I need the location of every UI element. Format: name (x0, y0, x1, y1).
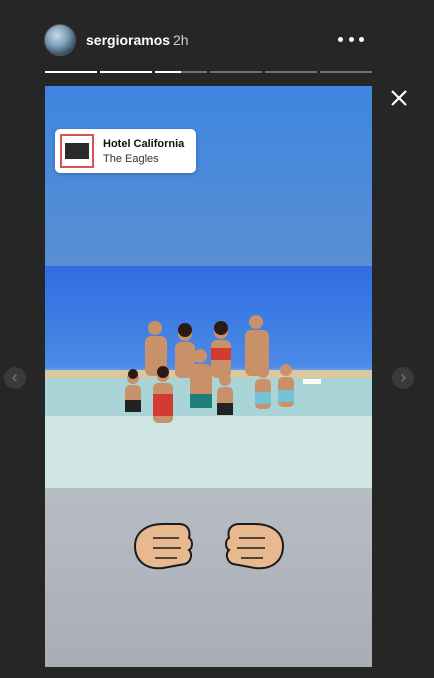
album-cover (60, 134, 94, 168)
chevron-right-icon (400, 373, 407, 383)
fist-bump-icon (133, 523, 285, 570)
music-sticker[interactable]: Hotel California The Eagles (55, 129, 196, 173)
song-artist: The Eagles (103, 153, 159, 165)
chevron-left-icon (11, 373, 18, 383)
story-bottom-area (45, 488, 372, 667)
post-time: 2h (173, 32, 189, 48)
progress-segment (265, 71, 317, 73)
progress-segment (155, 71, 207, 73)
progress-segment (45, 71, 97, 73)
next-story-button[interactable] (392, 367, 414, 389)
beach-photo (45, 266, 372, 488)
story-content[interactable]: Hotel California The Eagles (45, 86, 372, 667)
avatar[interactable] (44, 24, 76, 56)
progress-segment (210, 71, 262, 73)
progress-segment (320, 71, 372, 73)
story-header: sergioramos 2h (0, 0, 434, 70)
story-progress-bar (45, 71, 372, 74)
username[interactable]: sergioramos (86, 32, 170, 48)
progress-segment (100, 71, 152, 73)
more-options-icon[interactable] (338, 28, 364, 50)
previous-story-button[interactable] (4, 367, 26, 389)
close-icon[interactable] (388, 87, 410, 109)
story-sky-background (45, 86, 372, 266)
song-title: Hotel California (103, 138, 185, 150)
